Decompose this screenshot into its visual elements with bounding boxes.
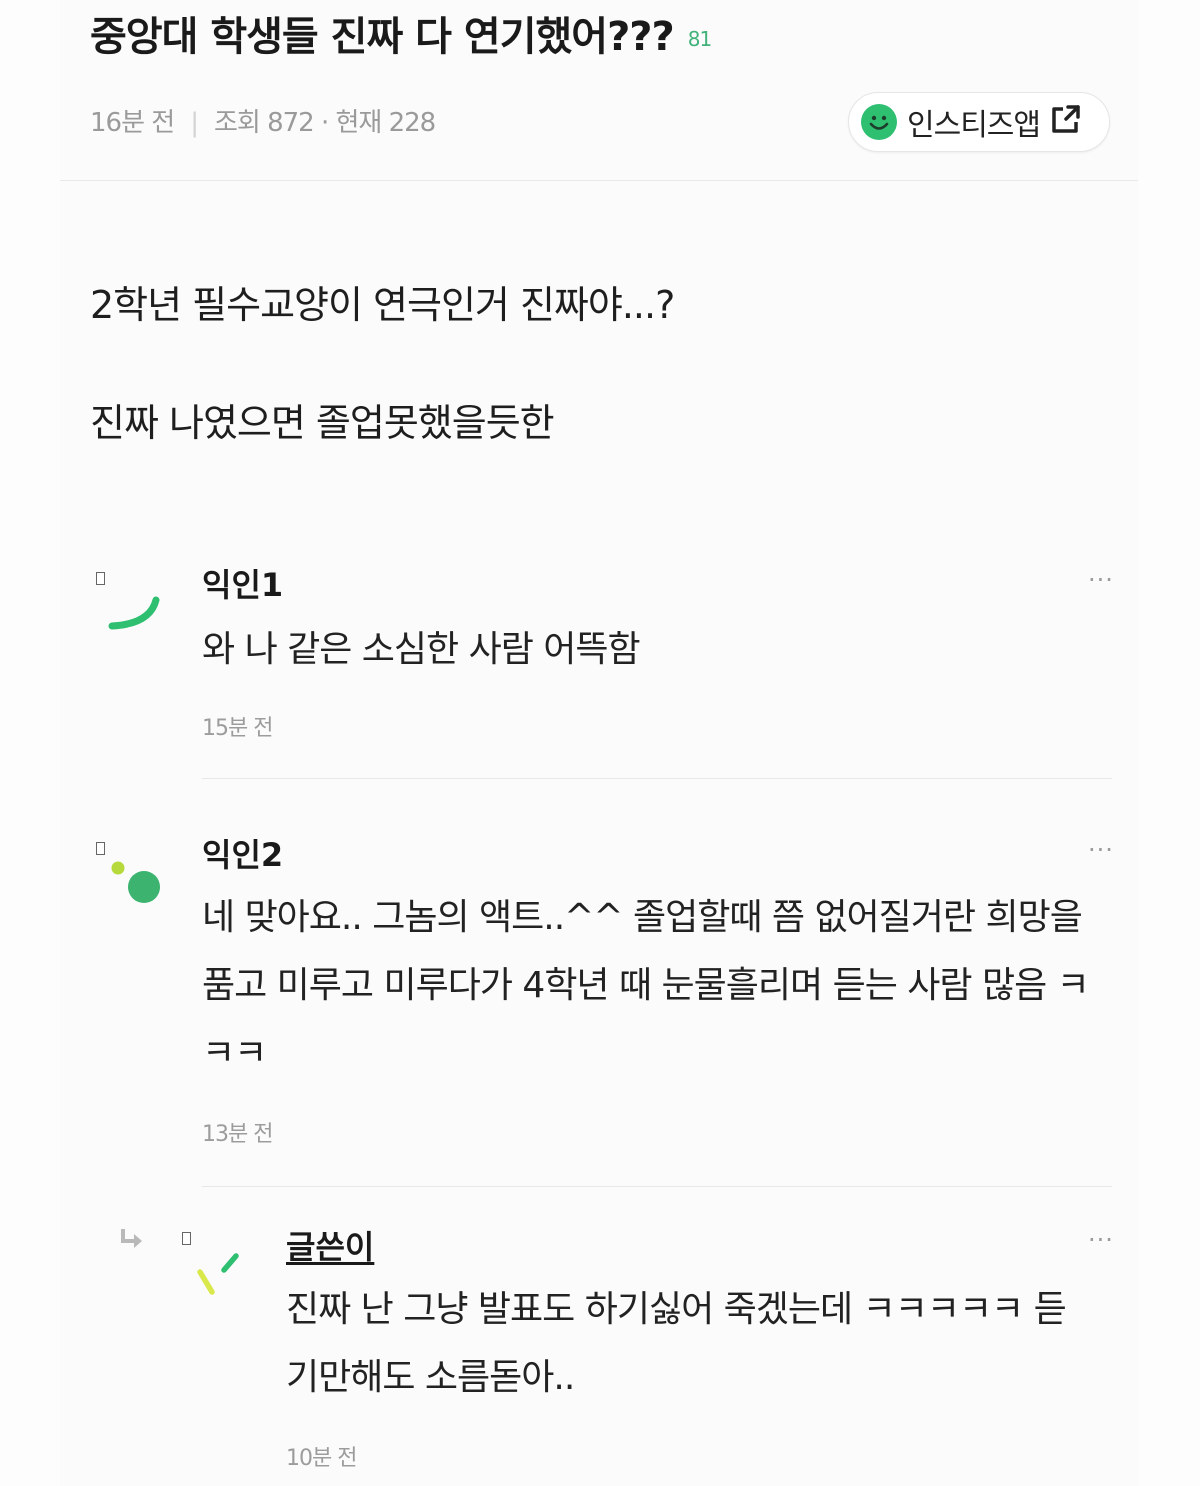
post-title: 중앙대 학생들 진짜 다 연기했어??? 81 <box>90 4 712 62</box>
header-divider <box>60 180 1138 181</box>
comment-time: 13분 전 <box>202 1122 273 1147</box>
more-options-icon[interactable]: ··· <box>1088 836 1114 864</box>
post-title-text: 중앙대 학생들 진짜 다 연기했어??? <box>90 14 675 60</box>
more-options-icon[interactable]: ··· <box>1088 566 1114 594</box>
avatar-tag <box>182 1232 191 1245</box>
comment-time: 10분 전 <box>286 1446 357 1471</box>
comment-count-badge[interactable]: 81 <box>688 27 712 51</box>
avatar[interactable] <box>104 594 164 636</box>
comment-divider <box>202 1186 1112 1187</box>
post-body-line-1: 2학년 필수교양이 연극인거 진짜야...? <box>90 283 675 327</box>
comment-divider <box>202 778 1112 779</box>
avatar-tag <box>96 842 105 855</box>
post-body-line-2: 진짜 나였으면 졸업못했을듯한 <box>90 401 555 445</box>
more-options-icon[interactable]: ··· <box>1088 1226 1114 1254</box>
comment-author[interactable]: 익인2 <box>202 830 283 876</box>
app-button-label: 인스티즈앱 <box>907 108 1041 143</box>
smile-icon <box>861 104 897 140</box>
comment-text: 네 맞아요.. 그놈의 액트..^^ 졸업할때 쯤 없어질거란 희망을 품고 미… <box>202 897 1090 1074</box>
avatar[interactable] <box>106 856 166 908</box>
post-views: 조회 872 · 현재 228 <box>213 108 436 138</box>
instiz-app-button[interactable]: 인스티즈앱 <box>848 92 1110 152</box>
reply-arrow-icon <box>121 1229 142 1248</box>
comment-text: 진짜 난 그냥 발표도 하기싫어 죽겠는데 ㅋㅋㅋㅋㅋ 듣기만해도 소름돋아.. <box>286 1289 1067 1398</box>
avatar-tag <box>96 572 105 585</box>
comment-author[interactable]: 글쓴이 <box>286 1222 374 1268</box>
comment-author[interactable]: 익인1 <box>202 560 283 606</box>
comment-time: 15분 전 <box>202 716 273 741</box>
external-link-icon <box>1048 103 1082 141</box>
post-meta: 16분 전 | 조회 872 · 현재 228 <box>90 102 436 139</box>
meta-divider: | <box>190 108 199 138</box>
avatar[interactable] <box>190 1246 250 1300</box>
post-time: 16분 전 <box>90 108 175 138</box>
page: 중앙대 학생들 진짜 다 연기했어??? 81 16분 전 | 조회 872 · 현재… <box>0 0 1200 1486</box>
comment-text: 와 나 같은 소심한 사람 어뜩함 <box>202 629 641 670</box>
